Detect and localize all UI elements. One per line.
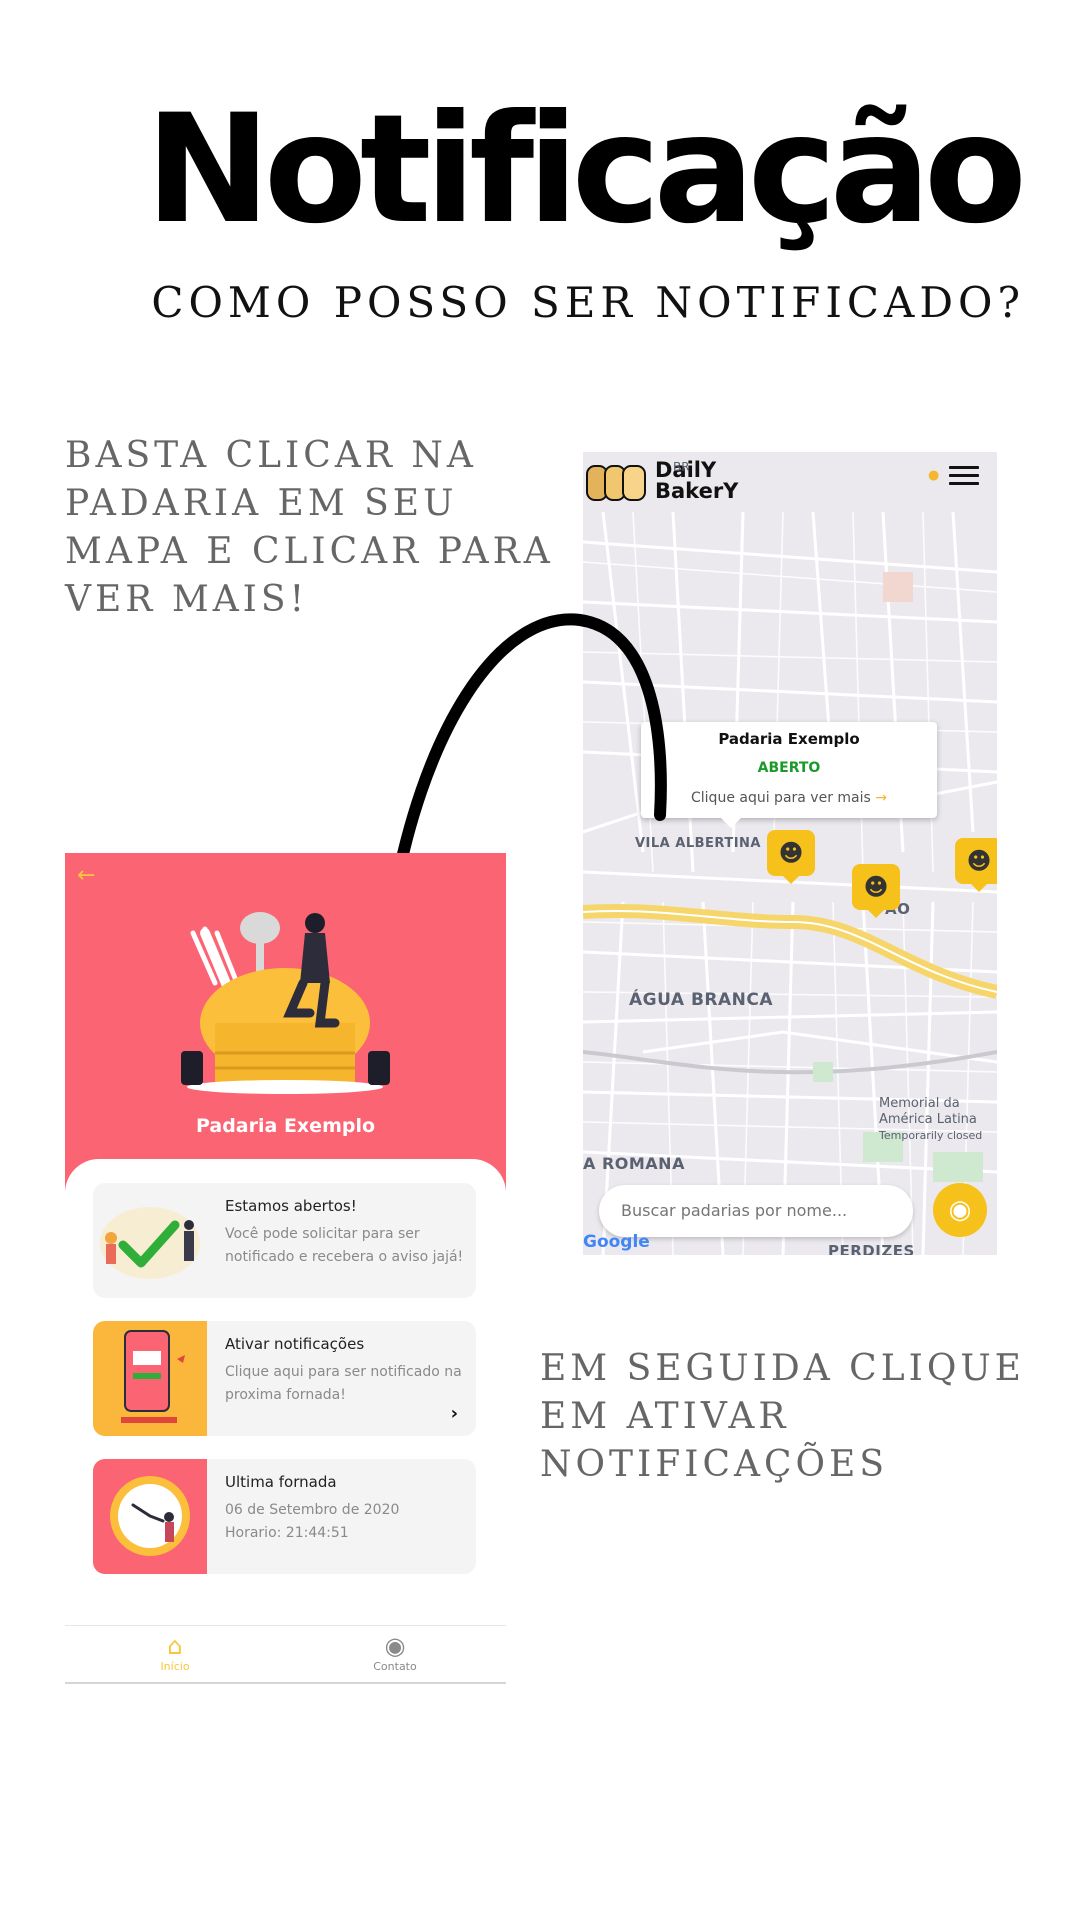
nav-label: Início bbox=[160, 1660, 190, 1673]
last-batch-card: Ultima fornada 06 de Setembro de 2020 Ho… bbox=[93, 1459, 476, 1574]
card-description: Clique aqui para ser notificado na proxi… bbox=[225, 1364, 462, 1403]
chef-icon: ☻ bbox=[778, 839, 804, 867]
search-input[interactable] bbox=[621, 1201, 901, 1220]
popup-status-badge: ABERTO bbox=[757, 760, 821, 776]
popup-bakery-name: Padaria Exemplo bbox=[718, 730, 860, 748]
popup-pointer bbox=[721, 818, 741, 828]
open-status-card: Estamos abertos! Você pode solicitar par… bbox=[93, 1183, 476, 1298]
contacts-icon: ◉ bbox=[384, 1632, 406, 1660]
open-status-illustration bbox=[100, 1207, 200, 1279]
bread-logo-icon bbox=[586, 465, 646, 501]
user-icon[interactable]: ● bbox=[928, 468, 942, 483]
phone-notification-illustration bbox=[93, 1321, 207, 1436]
google-logo: Google bbox=[583, 1232, 650, 1252]
chef-icon: ☻ bbox=[863, 873, 889, 901]
page-subtitle: COMO POSSO SER NOTIFICADO? bbox=[151, 278, 1025, 327]
map-header: DailY BakerY ● bbox=[583, 452, 997, 512]
back-arrow-icon[interactable]: ← bbox=[77, 863, 95, 888]
card-description: 06 de Setembro de 2020 Horario: 21:44:51 bbox=[225, 1499, 470, 1545]
map-label: BR bbox=[673, 460, 690, 474]
nav-item-inicio[interactable]: ⌂ Início bbox=[65, 1632, 285, 1673]
nav-label: Contato bbox=[373, 1660, 417, 1673]
bakery-map-pin[interactable]: ☻ bbox=[852, 864, 900, 918]
app-logo-text: DailY BakerY bbox=[655, 458, 739, 503]
detail-header: ← Padaria Exemplo bbox=[65, 853, 506, 1193]
card-title: Ultima fornada bbox=[225, 1473, 337, 1491]
card-description: Você pode solicitar para ser notificado … bbox=[225, 1226, 464, 1265]
map-label: PERDIZES bbox=[828, 1242, 915, 1255]
see-more-link[interactable]: Clique aqui para ver mais → bbox=[641, 790, 937, 806]
last-batch-date: 06 de Setembro de 2020 bbox=[225, 1502, 400, 1518]
step2-caption: EM SEGUIDA CLIQUE EM ATIVAR NOTIFICAÇÕES bbox=[540, 1348, 1025, 1485]
activate-notifications-card[interactable]: Ativar notificações Clique aqui para ser… bbox=[93, 1321, 476, 1436]
crosshair-icon: ◉ bbox=[948, 1195, 972, 1225]
card-title: Ativar notificações bbox=[225, 1335, 365, 1353]
clock-illustration bbox=[93, 1459, 207, 1574]
arrow-right-icon: → bbox=[875, 790, 887, 806]
bottom-nav: ⌂ Início ◉ Contato bbox=[65, 1625, 506, 1684]
bakery-popup[interactable]: Padaria Exemplo ABERTO Clique aqui para … bbox=[641, 722, 937, 818]
chevron-right-icon[interactable]: › bbox=[451, 1403, 458, 1424]
bakery-map-pin[interactable]: ☻ bbox=[955, 838, 997, 892]
page-title: Notificação bbox=[145, 83, 1027, 257]
chef-icon: ☻ bbox=[966, 847, 992, 875]
hamburger-menu-icon[interactable] bbox=[949, 466, 979, 488]
nav-item-contato[interactable]: ◉ Contato bbox=[285, 1632, 505, 1673]
home-icon: ⌂ bbox=[167, 1632, 183, 1660]
bakery-illustration bbox=[181, 912, 390, 1094]
bakery-map-pin[interactable]: ☻ bbox=[767, 830, 815, 884]
bakery-name: Padaria Exemplo bbox=[195, 1115, 376, 1137]
last-batch-time: Horario: 21:44:51 bbox=[225, 1525, 349, 1541]
map-label: ÁGUA BRANCA bbox=[629, 990, 774, 1010]
locate-me-button[interactable]: ◉ bbox=[933, 1183, 987, 1237]
card-title: Estamos abertos! bbox=[225, 1197, 357, 1215]
step1-caption: BASTA CLICAR NA PADARIA EM SEU MAPA E CL… bbox=[65, 435, 554, 620]
map-label: A ROMANA bbox=[583, 1154, 685, 1173]
memorial-poi-label[interactable]: Memorial da América Latina Temporarily c… bbox=[879, 1096, 982, 1144]
search-bar bbox=[599, 1185, 913, 1237]
bakery-detail-screen: ← Padaria Exemplo Estamos abertos! Você bbox=[65, 853, 506, 1686]
